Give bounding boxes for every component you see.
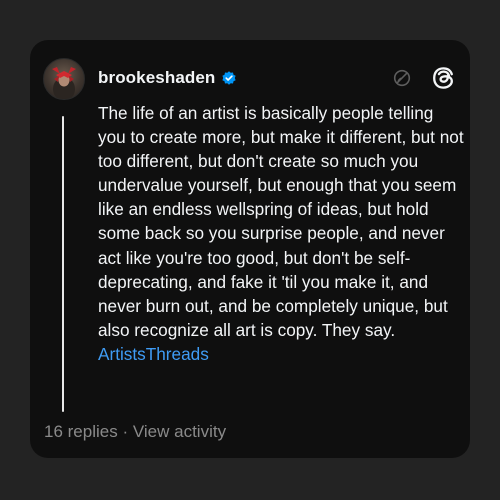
post-card: brookeshaden The life of an artist is ba… [30, 40, 470, 458]
post-text: The life of an artist is basically peopl… [98, 101, 464, 366]
avatar[interactable] [43, 58, 85, 100]
threads-logo-icon[interactable] [430, 65, 456, 91]
footer-separator: · [122, 422, 129, 441]
view-activity-link[interactable]: View activity [133, 422, 226, 441]
username-row: brookeshaden [98, 66, 237, 90]
thread-line [62, 116, 64, 412]
mute-icon[interactable] [392, 68, 412, 88]
topic-tag-link[interactable]: ArtistsThreads [98, 344, 209, 364]
replies-count-link[interactable]: 16 replies [44, 422, 118, 441]
avatar-image [52, 67, 76, 99]
post-body: The life of an artist is basically peopl… [98, 103, 464, 340]
post-footer: 16 replies · View activity [44, 420, 226, 444]
verified-badge-icon [221, 70, 237, 86]
username[interactable]: brookeshaden [98, 68, 215, 88]
